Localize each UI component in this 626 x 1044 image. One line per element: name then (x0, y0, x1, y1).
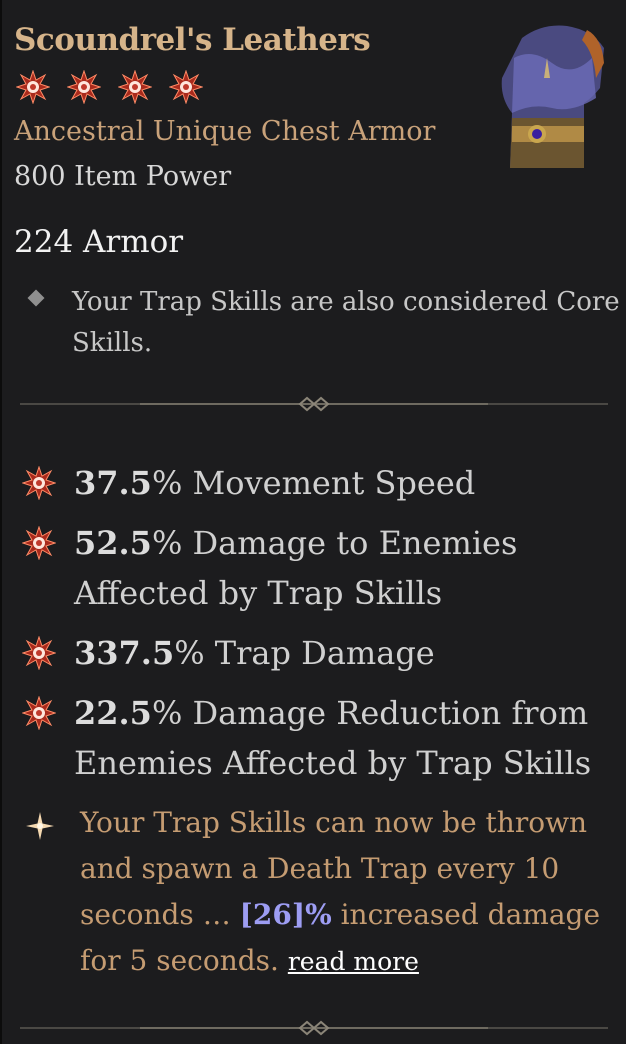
affix-text: % Movement Speed (151, 464, 476, 502)
starburst-icon (22, 696, 56, 730)
star-icon (16, 70, 50, 104)
affix-value: 22.5 (74, 694, 152, 732)
unique-value: [26]% (239, 898, 332, 931)
affix-text: % Damage Reduction from Enemies Affected… (74, 694, 592, 782)
affix-text: % Trap Damage (174, 634, 435, 672)
diamond-icon (27, 289, 45, 307)
read-more-link[interactable]: read more (288, 947, 419, 976)
implicit-text: Your Trap Skills are also considered Cor… (72, 287, 620, 358)
starburst-icon (22, 636, 56, 670)
star-icon (169, 70, 203, 104)
item-power: 800 Item Power (14, 161, 232, 192)
star-icon (67, 70, 101, 104)
sparkle-icon (26, 812, 54, 840)
armor-value: 224 Armor (14, 224, 184, 260)
rarity-stars (16, 70, 203, 104)
section-divider (20, 1020, 608, 1036)
section-divider (20, 396, 608, 412)
starburst-icon (22, 526, 56, 560)
star-icon (118, 70, 152, 104)
affix-value: 37.5 (74, 464, 152, 502)
affix-value: 52.5 (74, 524, 152, 562)
item-tooltip: Scoundrel's Leathers Ancestral Unique Ch… (0, 0, 626, 1044)
affix-value: 337.5 (74, 634, 175, 672)
starburst-icon (22, 466, 56, 500)
chest-armor-icon (501, 25, 604, 168)
item-name: Scoundrel's Leathers (14, 22, 371, 58)
item-type: Ancestral Unique Chest Armor (14, 116, 436, 147)
